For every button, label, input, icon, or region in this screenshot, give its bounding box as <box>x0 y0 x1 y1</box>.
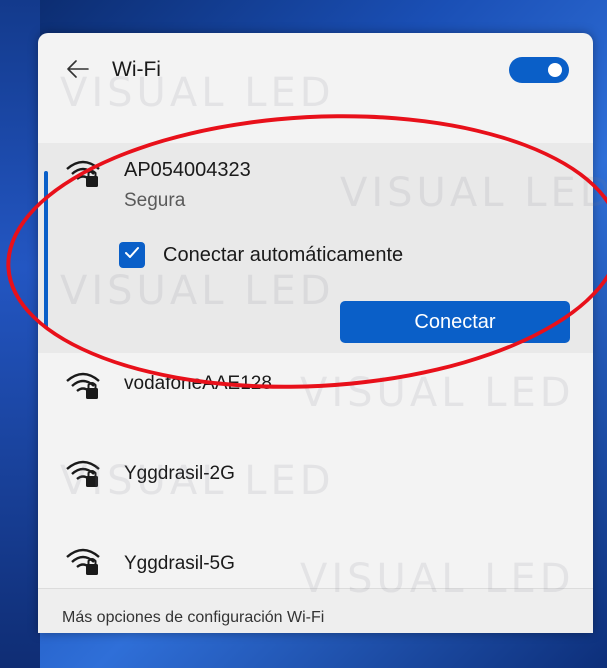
network-list: AP054004323 Segura Conectar automáticame… <box>38 143 593 617</box>
network-name: AP054004323 <box>124 159 251 181</box>
page-title: Wi-Fi <box>112 58 161 81</box>
connect-button[interactable]: Conectar <box>340 301 570 343</box>
back-button[interactable] <box>64 57 92 85</box>
wifi-toggle[interactable] <box>509 57 569 83</box>
selection-indicator <box>44 171 48 329</box>
arrow-left-icon <box>67 59 89 83</box>
network-item-selected[interactable]: AP054004323 Segura Conectar automáticame… <box>38 143 593 353</box>
network-item[interactable]: Yggdrasil-2G <box>38 441 593 529</box>
checkmark-icon <box>124 246 140 265</box>
network-name: Yggdrasil-5G <box>124 553 235 574</box>
network-status: Segura <box>124 190 186 211</box>
wifi-secured-icon <box>65 545 101 577</box>
more-wifi-settings-link[interactable]: Más opciones de configuración Wi-Fi <box>62 609 324 627</box>
wifi-header: Wi-Fi <box>38 33 593 108</box>
auto-connect-label: Conectar automáticamente <box>163 244 404 266</box>
flyout-footer: Más opciones de configuración Wi-Fi <box>38 588 593 633</box>
wifi-secured-icon <box>65 369 101 401</box>
auto-connect-checkbox[interactable] <box>119 242 145 268</box>
wifi-secured-icon <box>65 157 101 189</box>
network-item[interactable]: vodafoneAAE128 <box>38 353 593 441</box>
toggle-knob <box>548 63 562 77</box>
wifi-flyout: Wi-Fi AP054004323 Segura Conectar automá… <box>38 33 593 633</box>
network-name: vodafoneAAE128 <box>124 373 272 394</box>
wifi-secured-icon <box>65 457 101 489</box>
desktop-wallpaper <box>0 0 40 668</box>
network-name: Yggdrasil-2G <box>124 463 235 484</box>
